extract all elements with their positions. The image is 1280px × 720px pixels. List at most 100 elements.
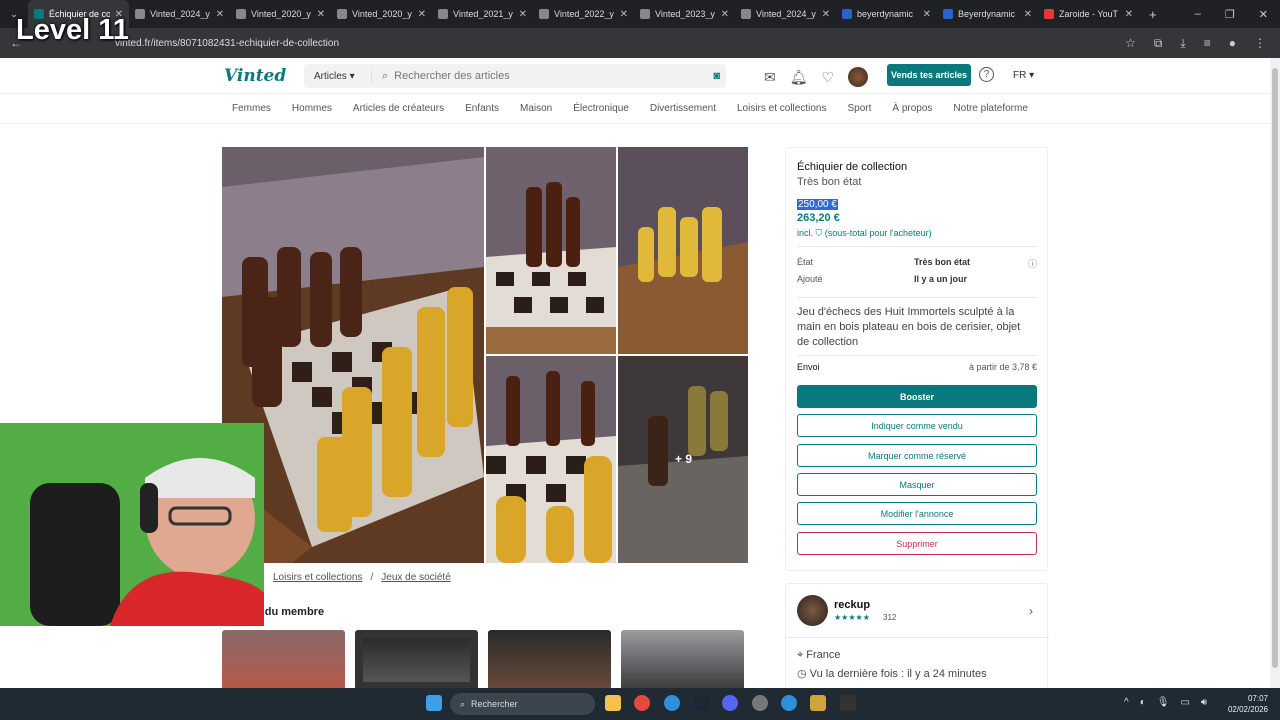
member-item-thumb[interactable]	[488, 630, 611, 690]
scroll-thumb[interactable]	[1272, 68, 1278, 668]
tab-close-icon[interactable]: ✕	[1125, 9, 1133, 20]
member-item-thumb[interactable]	[222, 630, 345, 690]
nav-item[interactable]: Hommes	[292, 103, 332, 114]
hide-button[interactable]: Masquer	[797, 473, 1037, 496]
language-select[interactable]: FR ▾	[1013, 70, 1034, 81]
file-explorer-icon[interactable]	[605, 695, 621, 711]
seller-location: ⌖ France	[797, 649, 841, 662]
mark-reserved-button[interactable]: Marquer comme réservé	[797, 444, 1037, 467]
sell-button[interactable]: Vends tes articles	[887, 64, 971, 86]
app-icon[interactable]	[810, 695, 826, 711]
inbox-icon[interactable]: ✉	[764, 69, 776, 86]
nav-item[interactable]: Articles de créateurs	[353, 103, 444, 114]
notifications-icon[interactable]: 🔔︎	[790, 69, 808, 86]
chevron-right-icon[interactable]: ›	[1029, 604, 1033, 618]
browser-tab[interactable]: Vinted_2022_y ✕	[533, 0, 634, 28]
tab-close-icon[interactable]: ✕	[620, 9, 628, 20]
user-avatar[interactable]	[848, 67, 869, 87]
breadcrumb-link-hobbies[interactable]: Loisirs et collections	[273, 572, 362, 583]
tray-app-icon[interactable]: ◐	[1140, 697, 1146, 708]
info-icon[interactable]: ⓘ	[1028, 257, 1037, 270]
nav-item[interactable]: Maison	[520, 103, 552, 114]
photo-4[interactable]	[486, 356, 616, 563]
taskbar-search[interactable]: ⌕ Rechercher	[450, 693, 595, 715]
tab-close-icon[interactable]: ✕	[418, 9, 426, 20]
close-window-icon[interactable]: ✕	[1259, 8, 1268, 21]
nav-item[interactable]: Sport	[847, 103, 871, 114]
bookmark-star-icon[interactable]: ☆	[1125, 36, 1136, 51]
nav-item[interactable]: Notre plateforme	[953, 103, 1027, 114]
tab-close-icon[interactable]: ✕	[721, 9, 729, 20]
nav-item[interactable]: Électronique	[573, 103, 629, 114]
tab-close-icon[interactable]: ✕	[1024, 9, 1032, 20]
new-tab-button[interactable]: +	[1149, 7, 1157, 22]
edge-icon[interactable]	[664, 695, 680, 711]
image-search-icon[interactable]: ◙	[713, 70, 720, 82]
chrome-icon[interactable]	[634, 695, 650, 711]
app-icon[interactable]	[752, 695, 768, 711]
vinted-logo[interactable]: Vinted	[224, 66, 286, 86]
tab-close-icon[interactable]: ✕	[923, 9, 931, 20]
microphone-icon[interactable]: 🎙︎	[1157, 697, 1170, 708]
menu-icon[interactable]: ⋮	[1254, 36, 1266, 51]
tab-close-icon[interactable]: ✕	[216, 9, 224, 20]
nav-item[interactable]: Femmes	[232, 103, 271, 114]
delete-button[interactable]: Supprimer	[797, 532, 1037, 555]
browser-tab[interactable]: beyerdynamic ✕	[836, 0, 937, 28]
browser-tab[interactable]: Zaroide - YouT ✕	[1038, 0, 1139, 28]
discord-icon[interactable]	[722, 695, 738, 711]
browser-tab[interactable]: Vinted_2024_y ✕	[735, 0, 836, 28]
network-icon[interactable]: ▭	[1180, 697, 1189, 708]
download-icon[interactable]: ⤓	[1180, 36, 1185, 51]
minimize-icon[interactable]: –	[1195, 8, 1201, 21]
breadcrumb-link-board-games[interactable]: Jeux de société	[381, 572, 451, 583]
tab-close-icon[interactable]: ✕	[317, 9, 325, 20]
browser-tab[interactable]: Vinted_2021_y ✕	[432, 0, 533, 28]
steam-icon[interactable]	[693, 695, 709, 711]
nav-item[interactable]: Enfants	[465, 103, 499, 114]
tab-label: Vinted_2022_y	[554, 9, 614, 19]
mark-sold-button[interactable]: Indiquer comme vendu	[797, 414, 1037, 437]
category-select[interactable]: Articles ▾	[304, 70, 372, 82]
seller-avatar[interactable]	[797, 595, 828, 626]
incl-label: incl.	[797, 228, 816, 238]
browser-tab[interactable]: Vinted_2023_y ✕	[634, 0, 735, 28]
boost-button[interactable]: Booster	[797, 385, 1037, 408]
app-icon[interactable]	[781, 695, 797, 711]
buyer-protection-note[interactable]: incl. ⛉ (sous-total pour l'acheteur)	[797, 228, 932, 239]
browser-tab[interactable]: Beyerdynamic ✕	[937, 0, 1038, 28]
item-condition: Très bon état	[797, 176, 862, 188]
profile-icon[interactable]: ●	[1229, 36, 1236, 51]
url-field[interactable]: vinted.fr/items/8071082431-echiquier-de-…	[115, 38, 339, 49]
tab-close-icon[interactable]: ✕	[822, 9, 830, 20]
seller-card[interactable]: reckup ★★★★★ 312 › ⌖ France ◷ Vu la dern…	[785, 583, 1049, 693]
restore-icon[interactable]: ❐	[1225, 8, 1235, 21]
seller-name[interactable]: reckup	[834, 599, 870, 611]
taskbar-clock[interactable]: 07:07 02/02/2026	[1228, 693, 1268, 715]
photo-3[interactable]	[618, 147, 748, 354]
item-price-total: 263,20 €	[797, 212, 840, 224]
nav-item[interactable]: À propos	[892, 103, 932, 114]
browser-tab[interactable]: Vinted_2020_y ✕	[230, 0, 331, 28]
browser-tab[interactable]: Vinted_2024_y ✕	[129, 0, 230, 28]
help-icon[interactable]: ?	[979, 67, 994, 82]
app-icon[interactable]	[840, 695, 856, 711]
page-scrollbar[interactable]	[1270, 58, 1280, 688]
windows-start-icon[interactable]	[426, 695, 442, 711]
favorites-heart-icon[interactable]: ♡	[822, 69, 835, 86]
nav-item[interactable]: Divertissement	[650, 103, 716, 114]
edit-listing-button[interactable]: Modifier l'annonce	[797, 502, 1037, 525]
extensions-icon[interactable]: ⧉	[1154, 36, 1163, 51]
rating-stars-icon: ★★★★★	[834, 613, 870, 622]
browser-tab[interactable]: Vinted_2020_y ✕	[331, 0, 432, 28]
member-item-thumb[interactable]	[355, 630, 478, 690]
photo-5-more[interactable]: + 9	[618, 356, 748, 563]
nav-item[interactable]: Loisirs et collections	[737, 103, 826, 114]
photo-2[interactable]	[486, 147, 616, 354]
reading-list-icon[interactable]: ≡	[1204, 36, 1211, 51]
tray-chevron-icon[interactable]: ^	[1124, 697, 1129, 708]
volume-icon[interactable]: 🔊︎	[1201, 697, 1207, 708]
search-input[interactable]: Rechercher des articles	[394, 70, 713, 82]
tab-close-icon[interactable]: ✕	[519, 9, 527, 20]
member-item-thumb[interactable]	[621, 630, 744, 690]
